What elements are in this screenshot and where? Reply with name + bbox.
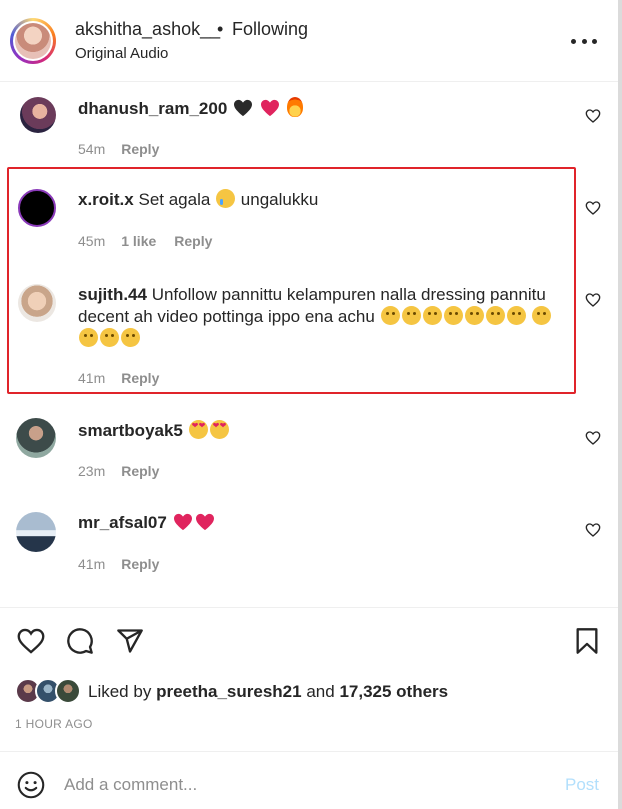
- like-heart-icon[interactable]: [17, 627, 45, 655]
- emoji-fire: [286, 97, 303, 117]
- comment-input[interactable]: [64, 772, 534, 798]
- liked-by-others-link[interactable]: 17,325 others: [339, 682, 448, 701]
- comment-like-heart-icon[interactable]: [585, 200, 601, 216]
- following-button[interactable]: Following: [232, 19, 308, 40]
- comment-like-heart-icon[interactable]: [585, 430, 601, 446]
- comment-like-heart-icon[interactable]: [585, 292, 601, 308]
- share-paper-plane-icon[interactable]: [116, 627, 144, 655]
- liked-by-avatars[interactable]: [15, 678, 83, 704]
- emoji-red-heart: [194, 513, 216, 532]
- highlight-annotation-box: [7, 167, 576, 394]
- comment-username[interactable]: mr_afsal07: [78, 513, 167, 532]
- liked-by-text: Liked by preetha_suresh21 and 17,325 oth…: [88, 682, 448, 702]
- divider: [0, 607, 618, 608]
- more-horizontal-icon[interactable]: [571, 31, 597, 51]
- reply-button[interactable]: Reply: [121, 556, 159, 572]
- comment-bubble-icon[interactable]: [66, 627, 94, 655]
- emoji-red-heart: [172, 513, 194, 532]
- comment-time: 41m: [78, 556, 106, 572]
- commenter-avatar[interactable]: [16, 512, 56, 552]
- emoji-red-heart: [259, 99, 286, 118]
- post-header: akshitha_ashok__ • Following Original Au…: [0, 0, 618, 82]
- comment-like-heart-icon[interactable]: [585, 522, 601, 538]
- commenter-avatar[interactable]: [20, 97, 56, 133]
- header-separator: •: [217, 19, 224, 39]
- window-edge: [618, 0, 622, 809]
- comment-item: mr_afsal07 41m Reply: [0, 510, 618, 580]
- emoji-heart-eyes-face: [188, 420, 208, 439]
- comment-item: smartboyak5 23m Reply: [0, 418, 618, 488]
- comment-username[interactable]: smartboyak5: [78, 421, 183, 440]
- comment-like-heart-icon[interactable]: [585, 108, 601, 124]
- divider: [0, 751, 618, 752]
- comment-username[interactable]: dhanush_ram_200: [78, 99, 227, 118]
- comment-time: 23m: [78, 463, 106, 479]
- commenter-avatar[interactable]: [16, 418, 56, 458]
- save-bookmark-icon[interactable]: [573, 627, 601, 655]
- emoji-black-heart: [232, 99, 259, 118]
- post-button[interactable]: Post: [565, 775, 599, 795]
- audio-link[interactable]: Original Audio: [75, 45, 168, 62]
- liked-by-user-link[interactable]: preetha_suresh21: [156, 682, 302, 701]
- liked-by-prefix: Liked by: [88, 682, 152, 701]
- emoji-smile-icon[interactable]: [17, 771, 45, 799]
- author-avatar[interactable]: [10, 18, 56, 64]
- reply-button[interactable]: Reply: [121, 141, 159, 157]
- reply-button[interactable]: Reply: [121, 463, 159, 479]
- comment-item: dhanush_ram_200 54m Reply: [0, 95, 618, 165]
- comment-time: 54m: [78, 141, 106, 157]
- author-username[interactable]: akshitha_ashok__: [75, 19, 220, 40]
- post-timestamp: 1 HOUR AGO: [15, 717, 93, 731]
- emoji-heart-eyes-face: [209, 420, 229, 439]
- liked-by-and: and: [306, 682, 335, 701]
